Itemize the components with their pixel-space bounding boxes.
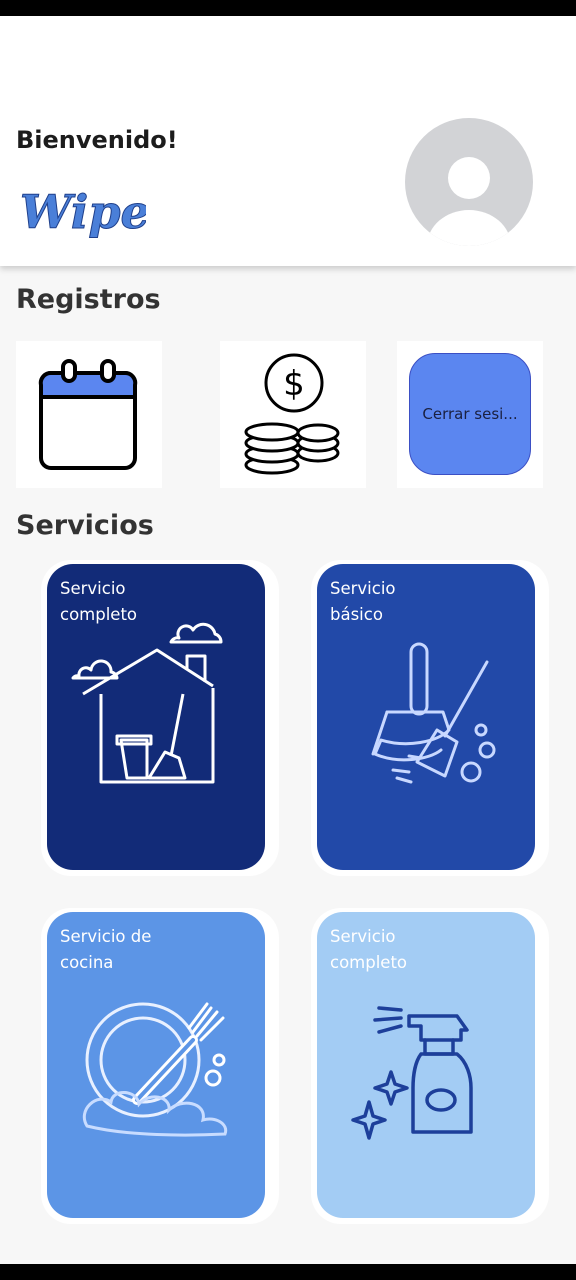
logout-card: Cerrar sesi... xyxy=(397,341,543,488)
payments-card[interactable]: $ xyxy=(220,341,366,488)
spray-bottle-icon xyxy=(351,1006,473,1140)
service-card-kitchen[interactable]: Servicio de cocina xyxy=(47,912,265,1218)
broom-dustpan-icon xyxy=(371,642,496,784)
service-card-wrapper: Servicio básico xyxy=(311,560,549,876)
avatar[interactable] xyxy=(405,118,533,246)
service-card-full-2[interactable]: Servicio completo xyxy=(317,912,535,1218)
logo-text: Wipe xyxy=(20,185,146,239)
servicios-title: Servicios xyxy=(16,510,154,541)
plate-fork-icon xyxy=(83,1002,228,1137)
welcome-text: Bienvenido! xyxy=(16,126,178,154)
calendar-icon xyxy=(38,359,138,470)
service-card-wrapper: Servicio de cocina xyxy=(41,908,279,1224)
app-screen: Bienvenido! Wipe Registros $ Cerrar sesi… xyxy=(0,16,576,1264)
header: Bienvenido! Wipe xyxy=(0,16,576,266)
user-placeholder-icon xyxy=(427,157,511,246)
service-card-wrapper: Servicio completo xyxy=(41,560,279,876)
coins-icon: $ xyxy=(244,353,340,475)
calendar-card[interactable] xyxy=(16,341,162,488)
service-card-basic[interactable]: Servicio básico xyxy=(317,564,535,870)
house-broom-icon xyxy=(71,622,223,784)
logout-button[interactable]: Cerrar sesi... xyxy=(409,353,531,475)
registros-title: Registros xyxy=(16,284,161,315)
service-card-full[interactable]: Servicio completo xyxy=(47,564,265,870)
wipe-logo: Wipe xyxy=(20,185,147,240)
svg-text:$: $ xyxy=(283,364,305,404)
service-card-wrapper: Servicio completo xyxy=(311,908,549,1224)
